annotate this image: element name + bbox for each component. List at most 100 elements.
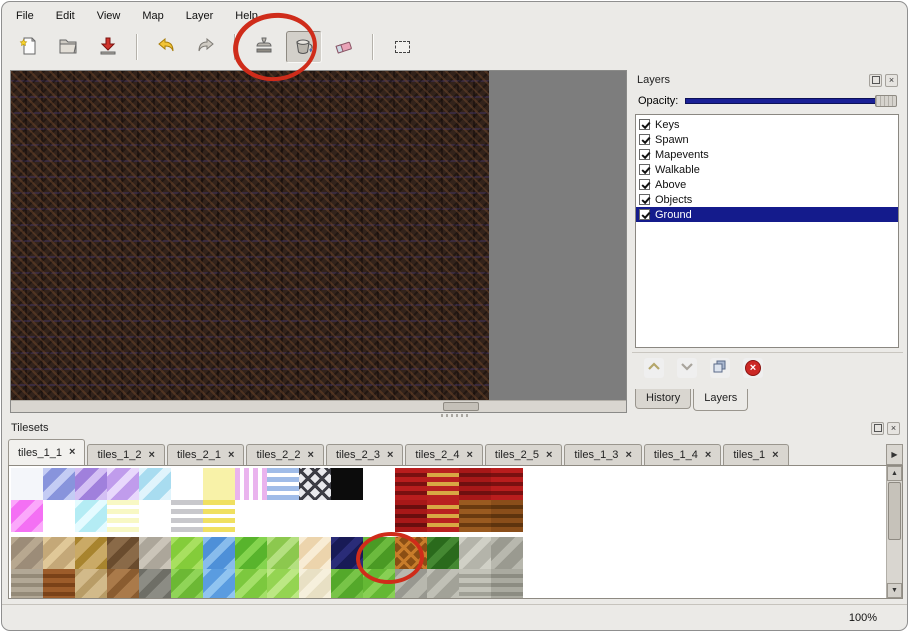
tile[interactable]: [363, 569, 395, 599]
tileset-tab-tiles_2_4[interactable]: tiles_2_4×: [405, 444, 482, 465]
tile[interactable]: [107, 468, 139, 500]
tile[interactable]: [459, 569, 491, 599]
tile[interactable]: [235, 569, 267, 599]
tileset-tab-tiles_1_4[interactable]: tiles_1_4×: [644, 444, 721, 465]
new-file-button[interactable]: [10, 31, 46, 63]
fill-bucket-button[interactable]: [286, 31, 322, 63]
menu-view[interactable]: View: [95, 9, 123, 23]
tile[interactable]: [171, 500, 203, 532]
layer-row-keys[interactable]: Keys: [636, 117, 898, 132]
layer-visibility-checkbox[interactable]: [639, 149, 650, 160]
tile[interactable]: [75, 500, 107, 532]
tile[interactable]: [427, 500, 459, 532]
close-tab-icon[interactable]: ×: [69, 447, 75, 458]
tile[interactable]: [491, 569, 523, 599]
tab-scroll-right-button[interactable]: ▶: [886, 444, 903, 465]
tile[interactable]: [427, 468, 459, 500]
tile[interactable]: [267, 569, 299, 599]
close-tab-icon[interactable]: ×: [625, 450, 631, 461]
tileset-tab-tiles_1_1[interactable]: tiles_1_1×: [8, 439, 85, 465]
open-file-button[interactable]: [50, 31, 86, 63]
scrollbar-thumb[interactable]: [443, 402, 479, 411]
layer-visibility-checkbox[interactable]: [639, 119, 650, 130]
layer-row-walkable[interactable]: Walkable: [636, 162, 898, 177]
duplicate-layer-button[interactable]: [710, 358, 730, 378]
tile[interactable]: [299, 500, 331, 532]
tile[interactable]: [139, 468, 171, 500]
tile[interactable]: [235, 500, 267, 532]
tile[interactable]: [203, 468, 235, 500]
layer-row-ground[interactable]: Ground: [636, 207, 898, 222]
layer-row-above[interactable]: Above: [636, 177, 898, 192]
tile[interactable]: [203, 500, 235, 532]
palette-vertical-scrollbar[interactable]: ▲ ▼: [886, 466, 902, 598]
map-viewport[interactable]: [10, 70, 627, 413]
opacity-slider[interactable]: [685, 94, 897, 108]
tile[interactable]: [43, 537, 75, 569]
menu-layer[interactable]: Layer: [184, 9, 216, 23]
tile[interactable]: [299, 537, 331, 569]
menu-map[interactable]: Map: [140, 9, 165, 23]
delete-layer-button[interactable]: ×: [743, 358, 763, 378]
close-tab-icon[interactable]: ×: [705, 450, 711, 461]
tile[interactable]: [267, 500, 299, 532]
redo-button[interactable]: [188, 31, 224, 63]
tile[interactable]: [363, 500, 395, 532]
tile[interactable]: [107, 569, 139, 599]
undo-button[interactable]: [148, 31, 184, 63]
tile[interactable]: [331, 500, 363, 532]
tileset-tab-tiles_2_5[interactable]: tiles_2_5×: [485, 444, 562, 465]
tile[interactable]: [267, 468, 299, 500]
close-tab-icon[interactable]: ×: [308, 450, 314, 461]
tile[interactable]: [171, 537, 203, 569]
tile[interactable]: [75, 569, 107, 599]
close-tab-icon[interactable]: ×: [466, 450, 472, 461]
tileset-tab-tiles_1[interactable]: tiles_1×: [723, 444, 788, 465]
close-tab-icon[interactable]: ×: [546, 450, 552, 461]
tile[interactable]: [11, 468, 43, 500]
map-canvas[interactable]: [11, 71, 489, 400]
layers-panel-tab-layers[interactable]: Layers: [693, 389, 748, 411]
layer-row-mapevents[interactable]: Mapevents: [636, 147, 898, 162]
menu-edit[interactable]: Edit: [54, 9, 77, 23]
tile[interactable]: [395, 468, 427, 500]
tile[interactable]: [459, 500, 491, 532]
stamp-tool-button[interactable]: [246, 31, 282, 63]
tile[interactable]: [299, 468, 331, 500]
tile[interactable]: [299, 569, 331, 599]
lower-layer-button[interactable]: [677, 358, 697, 378]
eraser-tool-button[interactable]: [326, 31, 362, 63]
tile[interactable]: [395, 500, 427, 532]
tile[interactable]: [491, 500, 523, 532]
opacity-slider-handle[interactable]: [875, 95, 897, 107]
layers-panel-tab-history[interactable]: History: [635, 389, 691, 409]
tile[interactable]: [203, 537, 235, 569]
close-tab-icon[interactable]: ×: [772, 450, 778, 461]
tile[interactable]: [363, 468, 395, 500]
tile[interactable]: [427, 569, 459, 599]
menu-help[interactable]: Help: [233, 9, 260, 23]
close-tab-icon[interactable]: ×: [149, 450, 155, 461]
tile[interactable]: [171, 468, 203, 500]
tile[interactable]: [491, 468, 523, 500]
tile[interactable]: [331, 537, 363, 569]
tile[interactable]: [11, 569, 43, 599]
close-tab-icon[interactable]: ×: [228, 450, 234, 461]
layer-visibility-checkbox[interactable]: [639, 164, 650, 175]
tile[interactable]: [395, 569, 427, 599]
float-panel-icon[interactable]: [871, 422, 884, 435]
tileset-tab-tiles_2_1[interactable]: tiles_2_1×: [167, 444, 244, 465]
close-tab-icon[interactable]: ×: [387, 450, 393, 461]
tile[interactable]: [395, 537, 427, 569]
layer-visibility-checkbox[interactable]: [639, 194, 650, 205]
tile[interactable]: [331, 468, 363, 500]
tile[interactable]: [107, 500, 139, 532]
tile[interactable]: [427, 537, 459, 569]
tileset-tab-tiles_1_3[interactable]: tiles_1_3×: [564, 444, 641, 465]
layer-row-spawn[interactable]: Spawn: [636, 132, 898, 147]
menu-file[interactable]: File: [14, 9, 36, 23]
scrollbar-thumb[interactable]: [888, 482, 901, 540]
tile[interactable]: [491, 537, 523, 569]
tile[interactable]: [235, 537, 267, 569]
layer-visibility-checkbox[interactable]: [639, 209, 650, 220]
